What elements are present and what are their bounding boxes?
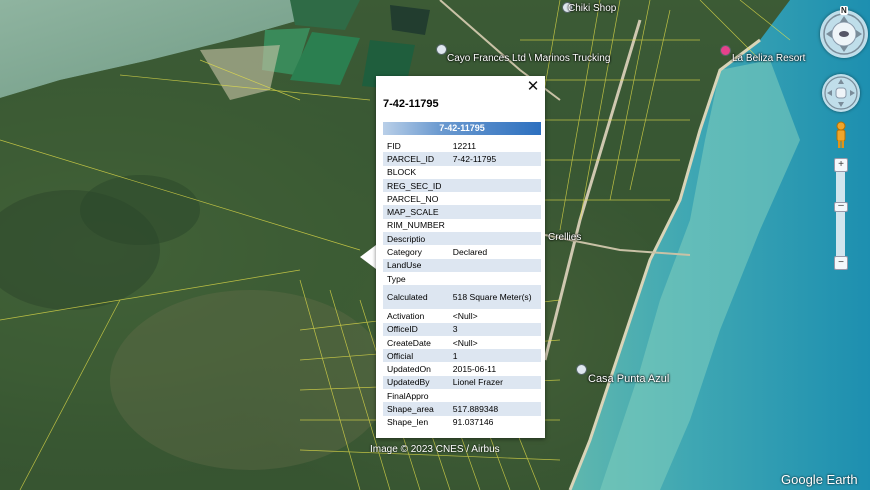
attribute-value [449,192,541,205]
attribute-value: 91.037146 [452,417,494,428]
attribute-row: Type [383,272,541,285]
attribute-row: MAP_SCALE [383,205,541,219]
place-label-casa[interactable]: Casa Punta Azul [588,373,669,385]
attribute-row: RIM_NUMBER [383,219,541,232]
attribute-key: MAP_SCALE [383,205,449,219]
attribute-value: 7-42-11795 [448,152,541,166]
attribute-key: RIM_NUMBER [387,220,445,231]
attribute-value: <Null> [452,337,478,348]
attribute-value: 517.889348 [448,402,541,416]
attribute-row: PARCEL_NO [383,192,541,205]
compass-north-label: N [840,6,848,15]
place-label-trucking[interactable]: Cayo Frances Ltd \ Marinos Trucking [447,53,610,64]
attribute-row: CreateDate <Null> [383,336,541,349]
attribute-key: Type [387,273,406,284]
attribute-row: Category Declared [383,245,541,258]
attribute-key: Official [383,349,449,363]
attribute-key: Descriptio [383,232,449,246]
place-pin-icon[interactable] [720,45,731,56]
attribute-value [449,389,541,402]
attribute-table: FID 12211 PARCEL_ID 7-42-11795 BLOCK REG_SEC_… [383,139,541,429]
attribute-row: UpdatedOn 2015-06-11 [383,362,541,375]
attribute-row: Shape_len 91.037146 [383,416,541,429]
move-control[interactable] [822,74,860,112]
attribute-row: LandUse [383,258,541,272]
attribute-key: Shape_len [387,417,429,428]
attribute-key: BLOCK [387,167,417,178]
place-pin-icon[interactable] [576,364,587,375]
attribute-value: Declared [452,247,488,258]
place-label-beliza[interactable]: La Beliza Resort [732,53,805,64]
compass-control[interactable]: N [820,6,868,58]
attribute-value [448,232,541,246]
attribute-key: CreateDate [387,337,431,348]
attribute-key: Shape_area [383,402,449,416]
google-earth-logo: Google Earth [781,472,858,487]
attribute-key: UpdatedOn [387,364,431,375]
imagery-attribution: Image © 2023 CNES / Airbus [370,444,500,455]
zoom-slider[interactable] [836,158,845,268]
attribute-row: PARCEL_ID 7-42-11795 [383,152,541,166]
attribute-value [449,219,541,232]
attribute-row: Shape_area 517.889348 [383,402,541,416]
attribute-key: FID [387,140,401,151]
close-icon[interactable]: ✕ [524,78,542,96]
place-pin-icon[interactable] [436,44,447,55]
attribute-key: PARCEL_NO [387,193,439,204]
attribute-row: OfficeID 3 [383,322,541,336]
attribute-value: 3 [448,322,541,336]
attribute-row: FinalAppro [383,389,541,402]
attribute-value [449,272,541,285]
attribute-key: FinalAppro [387,390,429,401]
attribute-value: 1 [448,349,541,363]
attribute-key: REG_SEC_ID [383,178,449,193]
popup-title: 7-42-11795 [383,98,439,110]
attribute-row: Descriptio [383,232,541,246]
attribute-value: 2015-06-11 [452,364,497,375]
place-label-chiki-shop[interactable]: Chiki Shop [568,3,616,14]
pegman-icon[interactable] [834,121,848,149]
attribute-value [448,258,541,272]
attribute-key: OfficeID [383,322,449,336]
attribute-value [448,205,541,219]
parcel-info-popup: ✕ 7-42-11795 7-42-11795 FID 12211 PARCEL_I… [376,76,545,438]
attribute-row: BLOCK [383,166,541,179]
popup-table-header: 7-42-11795 [383,122,541,135]
popup-pointer [360,245,376,269]
attribute-row: FID 12211 [383,139,541,152]
attribute-key: Category [387,247,422,258]
attribute-value: 12211 [452,140,477,151]
attribute-row: Calculated 518 Square Meter(s) [383,285,541,310]
attribute-value: 518 Square Meter(s) [448,285,541,310]
zoom-out-button[interactable]: − [834,256,848,270]
attribute-value: <Null> [452,310,478,321]
attribute-row: REG_SEC_ID [383,178,541,193]
attribute-key: Calculated [383,285,449,310]
zoom-in-button[interactable]: + [834,158,848,172]
attribute-row: Activation <Null> [383,309,541,322]
attribute-row: UpdatedBy Lionel Frazer [383,375,541,390]
look-joystick-icon [823,13,865,55]
attribute-value: Lionel Frazer [448,375,541,390]
attribute-key: UpdatedBy [383,375,449,390]
attribute-value [449,166,541,179]
attribute-value [448,178,541,193]
zoom-slider-handle[interactable]: – [834,200,848,212]
attribute-key: Activation [387,310,425,321]
hand-pan-icon [824,76,858,110]
attribute-key: LandUse [383,258,449,272]
attribute-key: PARCEL_ID [383,152,449,166]
place-label-crellies[interactable]: Crellies [548,232,581,243]
attribute-row: Official 1 [383,349,541,363]
